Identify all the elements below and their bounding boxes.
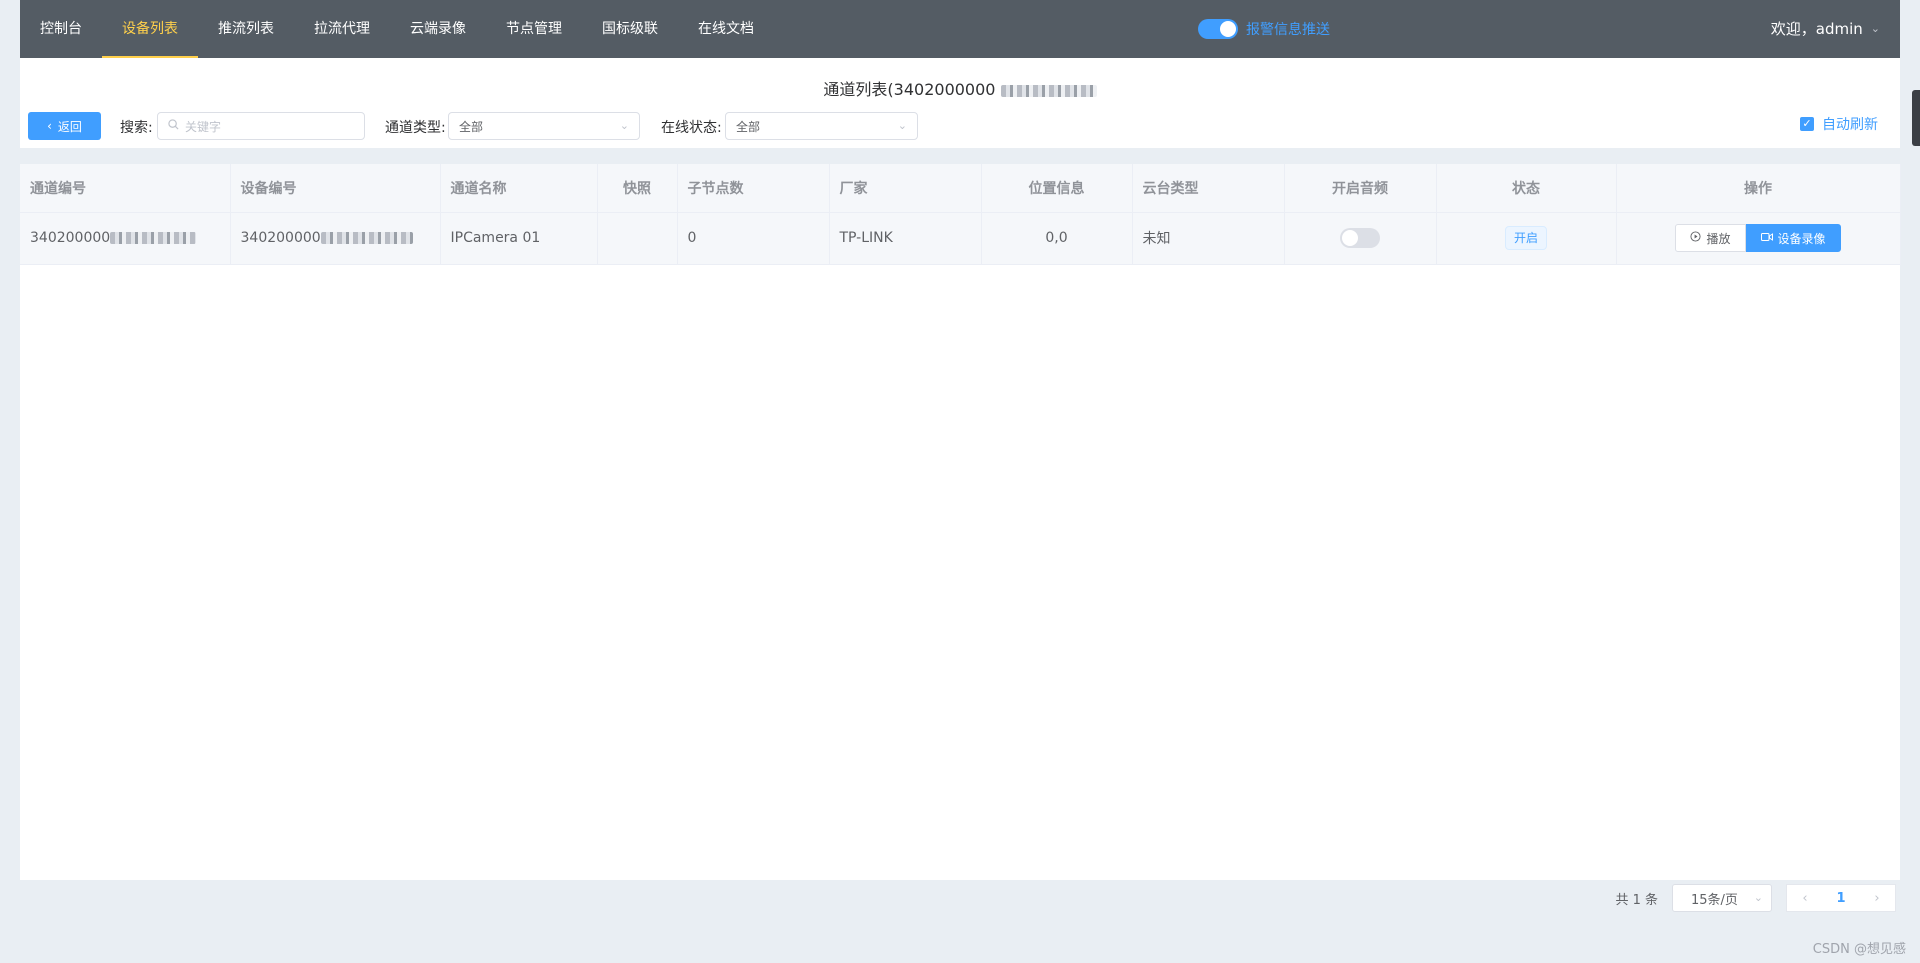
chevron-down-icon: ⌄	[1753, 891, 1763, 904]
page-size-select[interactable]: 15条/页 ⌄	[1672, 884, 1772, 912]
redacted-id-mosaic	[1000, 84, 1097, 97]
side-edge-tab[interactable]	[1912, 90, 1920, 146]
redacted-id-mosaic	[320, 232, 413, 244]
cell-channel-name: IPCamera 01	[440, 212, 598, 265]
channel-type-select[interactable]: 全部 ⌄	[448, 112, 640, 140]
next-page-icon[interactable]: ›	[1859, 891, 1895, 906]
channel-table: 通道编号 设备编号 通道名称 快照 子节点数 厂家 位置信息 云台类型 开启音频…	[20, 164, 1901, 880]
watermark: CSDN @想见感	[1812, 942, 1906, 957]
page-number-current[interactable]: 1	[1823, 891, 1859, 906]
user-menu[interactable]: 欢迎，admin ⌄	[1771, 0, 1880, 58]
audio-switch[interactable]	[1340, 228, 1380, 248]
col-header-snapshot: 快照	[597, 164, 678, 213]
status-badge: 开启	[1504, 226, 1547, 250]
device-id-text: 340200000	[240, 230, 321, 246]
nav-item-push-list[interactable]: 推流列表	[198, 0, 294, 58]
nav-item-cascade[interactable]: 国标级联	[582, 0, 678, 58]
channel-toolbar: 通道列表(3402000000 ‹ 返回 搜索: 关键字 通道类型: 全部 ⌄ …	[20, 58, 1900, 148]
cell-audio	[1284, 212, 1437, 265]
table-header-row: 通道编号 设备编号 通道名称 快照 子节点数 厂家 位置信息 云台类型 开启音频…	[20, 164, 1901, 213]
back-button-label: 返回	[57, 119, 82, 134]
cell-location: 0,0	[981, 212, 1133, 265]
alarm-push-label: 报警信息推送	[1246, 22, 1330, 38]
cell-ptz-type: 未知	[1132, 212, 1285, 265]
online-status-value: 全部	[736, 119, 761, 134]
chevron-down-icon: ⌄	[897, 119, 907, 132]
cell-channel-id: 340200000	[20, 212, 231, 265]
page-title: 通道列表(3402000000	[20, 76, 1900, 100]
search-placeholder: 关键字	[185, 119, 222, 134]
col-header-channel-id: 通道编号	[20, 164, 231, 213]
nav-item-device-list[interactable]: 设备列表	[102, 0, 198, 58]
page-navigation: ‹ 1 ›	[1786, 884, 1896, 912]
chevron-down-icon: ⌄	[619, 119, 629, 132]
col-header-child-count: 子节点数	[677, 164, 830, 213]
col-header-location: 位置信息	[981, 164, 1133, 213]
search-icon	[168, 119, 179, 133]
cell-snapshot	[597, 212, 678, 265]
pagination-total: 共 1 条	[1615, 892, 1658, 908]
search-label: 搜索:	[120, 120, 153, 136]
nav-item-dashboard[interactable]: 控制台	[20, 0, 102, 58]
check-icon[interactable]: ✓	[1800, 117, 1814, 131]
nav-item-cloud-record[interactable]: 云端录像	[390, 0, 486, 58]
cell-device-id: 340200000	[230, 212, 441, 265]
col-header-audio: 开启音频	[1284, 164, 1437, 213]
page-size-value: 15条/页	[1691, 892, 1738, 908]
action-button-group: 播放 设备录像	[1675, 224, 1841, 252]
table-row: 340200000 340200000 IPCamera 01 0 TP-LIN…	[20, 212, 1901, 265]
redacted-id-mosaic	[110, 232, 197, 244]
cell-manufacturer: TP-LINK	[829, 212, 982, 265]
back-button[interactable]: ‹ 返回	[28, 112, 101, 140]
nav-item-pull-proxy[interactable]: 拉流代理	[294, 0, 390, 58]
channel-type-label: 通道类型:	[385, 120, 446, 136]
alarm-push-switch[interactable]	[1198, 19, 1238, 39]
top-navbar: 控制台 设备列表 推流列表 拉流代理 云端录像 节点管理 国标级联 在线文档 报…	[20, 0, 1900, 58]
chevron-down-icon: ⌄	[1870, 22, 1880, 35]
col-header-status: 状态	[1436, 164, 1617, 213]
nav-item-node-manage[interactable]: 节点管理	[486, 0, 582, 58]
col-header-channel-name: 通道名称	[440, 164, 598, 213]
play-icon	[1690, 231, 1702, 245]
auto-refresh-label: 自动刷新	[1822, 117, 1878, 133]
device-record-button[interactable]: 设备录像	[1745, 224, 1841, 252]
chevron-left-icon: ‹	[47, 119, 52, 133]
channel-type-value: 全部	[459, 119, 484, 134]
col-header-device-id: 设备编号	[230, 164, 441, 213]
alarm-push-toggle[interactable]: 报警信息推送	[1198, 19, 1330, 39]
cell-status: 开启	[1436, 212, 1617, 265]
online-status-label: 在线状态:	[661, 120, 722, 136]
channel-id-text: 340200000	[30, 230, 111, 246]
online-status-select[interactable]: 全部 ⌄	[725, 112, 918, 140]
video-camera-icon	[1760, 231, 1773, 245]
search-input[interactable]: 关键字	[157, 112, 365, 140]
cell-actions: 播放 设备录像	[1616, 212, 1901, 265]
pagination: 共 1 条 15条/页 ⌄ ‹ 1 ›	[1615, 884, 1896, 912]
auto-refresh-checkbox[interactable]: ✓ 自动刷新	[1800, 114, 1878, 134]
col-header-actions: 操作	[1616, 164, 1901, 213]
welcome-text: 欢迎，admin	[1770, 20, 1863, 38]
nav-item-docs[interactable]: 在线文档	[678, 0, 774, 58]
prev-page-icon[interactable]: ‹	[1787, 891, 1823, 906]
cell-child-count: 0	[677, 212, 830, 265]
play-button[interactable]: 播放	[1675, 224, 1746, 252]
col-header-manufacturer: 厂家	[829, 164, 982, 213]
page-title-text: 通道列表(3402000000	[823, 80, 996, 99]
play-button-label: 播放	[1706, 231, 1731, 246]
col-header-ptz-type: 云台类型	[1132, 164, 1285, 213]
device-record-button-label: 设备录像	[1777, 231, 1826, 246]
